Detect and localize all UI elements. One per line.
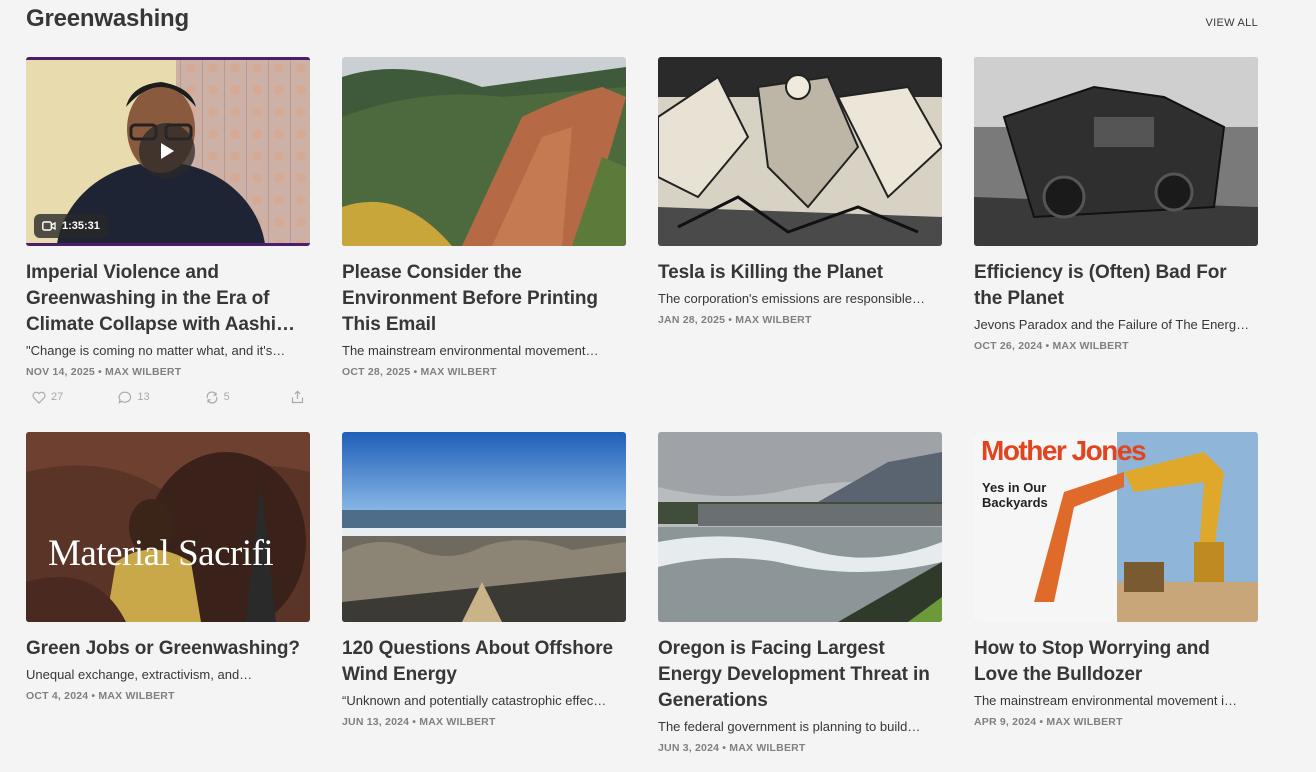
post-subtitle: The corporation's emissions are responsi…	[658, 291, 925, 306]
post-title[interactable]: Tesla is Killing the Planet	[658, 260, 942, 286]
post-thumbnail[interactable]	[342, 432, 626, 622]
dam-image	[658, 432, 942, 622]
video-accent-bar	[26, 243, 310, 246]
like-button[interactable]: 27	[26, 390, 112, 404]
post-thumbnail[interactable]: 1:35:31	[26, 57, 310, 246]
post-card-3[interactable]: Tesla is Killing the Planet The corporat…	[658, 57, 942, 326]
post-subtitle: The mainstream environmental movement i…	[974, 693, 1237, 708]
post-subtitle: "Change is coming no matter what, and it…	[26, 343, 286, 358]
post-card-2[interactable]: Please Consider the Environment Before P…	[342, 57, 626, 378]
post-subtitle: The federal government is planning to bu…	[658, 719, 921, 734]
beach-image	[342, 432, 626, 622]
post-card-5[interactable]: Material Sacrifi Green Jobs or Greenwash…	[26, 432, 310, 702]
comment-button[interactable]: 13	[112, 390, 198, 404]
post-thumbnail[interactable]: Mother Jones Yes in Our Backyards	[974, 432, 1258, 622]
post-meta: OCT 26, 2024 • MAX WILBERT	[974, 340, 1129, 352]
post-title[interactable]: Oregon is Facing Largest Energy Developm…	[658, 636, 942, 714]
post-title[interactable]: 120 Questions About Offshore Wind Energy	[342, 636, 626, 688]
video-camera-icon	[42, 221, 56, 231]
image-overlay-text: Material Sacrifi	[48, 533, 274, 574]
section-title: Greenwashing	[26, 5, 189, 32]
video-duration: 1:35:31	[62, 220, 100, 232]
post-thumbnail[interactable]	[658, 432, 942, 622]
post-subtitle: The mainstream environmental movement…	[342, 343, 599, 358]
material-sacrifice-image	[26, 432, 310, 622]
share-icon	[291, 390, 304, 404]
post-subtitle: Unequal exchange, extractivism, and…	[26, 667, 253, 682]
post-card-6[interactable]: 120 Questions About Offshore Wind Energy…	[342, 432, 626, 728]
post-thumbnail[interactable]: Material Sacrifi	[26, 432, 310, 622]
restack-button[interactable]: 5	[199, 390, 285, 404]
post-title[interactable]: Please Consider the Environment Before P…	[342, 260, 626, 338]
video-accent-bar	[26, 57, 310, 60]
post-meta: JUN 13, 2024 • MAX WILBERT	[342, 716, 496, 728]
post-card-8[interactable]: Mother Jones Yes in Our Backyards How to…	[974, 432, 1258, 728]
post-subtitle: Jevons Paradox and the Failure of The En…	[974, 317, 1250, 332]
post-meta: OCT 4, 2024 • MAX WILBERT	[26, 690, 175, 702]
post-thumbnail[interactable]	[974, 57, 1258, 246]
magazine-brand: Mother Jones	[981, 435, 1147, 466]
share-button[interactable]	[285, 390, 310, 404]
post-meta: OCT 28, 2025 • MAX WILBERT	[342, 366, 497, 378]
post-title[interactable]: How to Stop Worrying and Love the Bulldo…	[974, 636, 1258, 688]
landslide-image	[342, 57, 626, 246]
post-thumbnail[interactable]	[342, 57, 626, 246]
comment-icon	[118, 391, 132, 404]
post-subtitle: “Unknown and potentially catastrophic ef…	[342, 693, 607, 708]
play-icon	[161, 143, 174, 159]
section-header: Greenwashing VIEW ALL	[26, 5, 1258, 35]
post-thumbnail[interactable]	[658, 57, 942, 246]
post-meta: JUN 3, 2024 • MAX WILBERT	[658, 742, 806, 754]
crushed-cars-image	[974, 57, 1258, 246]
post-title[interactable]: Efficiency is (Often) Bad For the Planet	[974, 260, 1258, 312]
post-title[interactable]: Imperial Violence and Greenwashing in th…	[26, 260, 310, 338]
video-duration-badge: 1:35:31	[34, 214, 108, 238]
heart-icon	[32, 391, 46, 404]
post-meta: JAN 28, 2025 • MAX WILBERT	[658, 314, 812, 326]
guernica-style-image	[658, 57, 942, 246]
play-button[interactable]	[139, 123, 195, 179]
post-title[interactable]: Green Jobs or Greenwashing?	[26, 636, 310, 662]
magazine-headline: Yes in Our Backyards	[982, 480, 1048, 510]
restack-count: 5	[223, 391, 230, 403]
post-meta: NOV 14, 2025 • MAX WILBERT	[26, 366, 182, 378]
post-actions: 27 13 5	[26, 390, 310, 404]
comment-count: 13	[137, 391, 150, 403]
post-meta: APR 9, 2024 • MAX WILBERT	[974, 716, 1123, 728]
restack-icon	[206, 390, 218, 404]
post-card-1[interactable]: 1:35:31 Imperial Violence and Greenwashi…	[26, 57, 310, 404]
post-card-4[interactable]: Efficiency is (Often) Bad For the Planet…	[974, 57, 1258, 352]
like-count: 27	[51, 391, 64, 403]
post-card-7[interactable]: Oregon is Facing Largest Energy Developm…	[658, 432, 942, 754]
view-all-link[interactable]: VIEW ALL	[1205, 17, 1258, 29]
